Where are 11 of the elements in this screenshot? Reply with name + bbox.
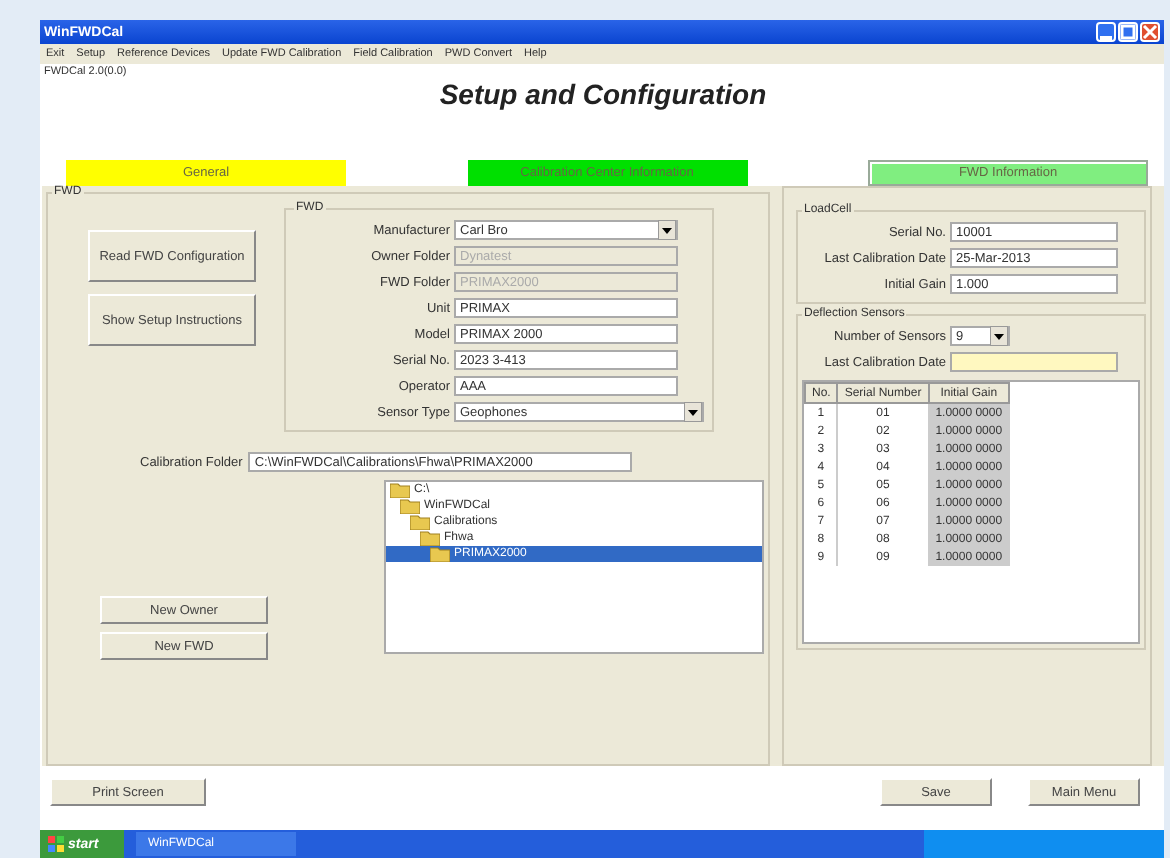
- maximize-button[interactable]: [1118, 22, 1138, 42]
- maximize-icon: [1120, 24, 1136, 40]
- dropdown-arrow-icon: [990, 326, 1008, 346]
- windows-logo-icon: [48, 836, 64, 852]
- input-field[interactable]: [950, 352, 1118, 372]
- dropdown-arrow-icon: [684, 402, 702, 422]
- minimize-button[interactable]: [1096, 22, 1116, 42]
- dropdown-arrow-icon: [658, 220, 676, 240]
- page-heading: Setup and Configuration: [437, 78, 769, 110]
- close-button[interactable]: [1140, 22, 1160, 42]
- close-icon: [1142, 24, 1158, 40]
